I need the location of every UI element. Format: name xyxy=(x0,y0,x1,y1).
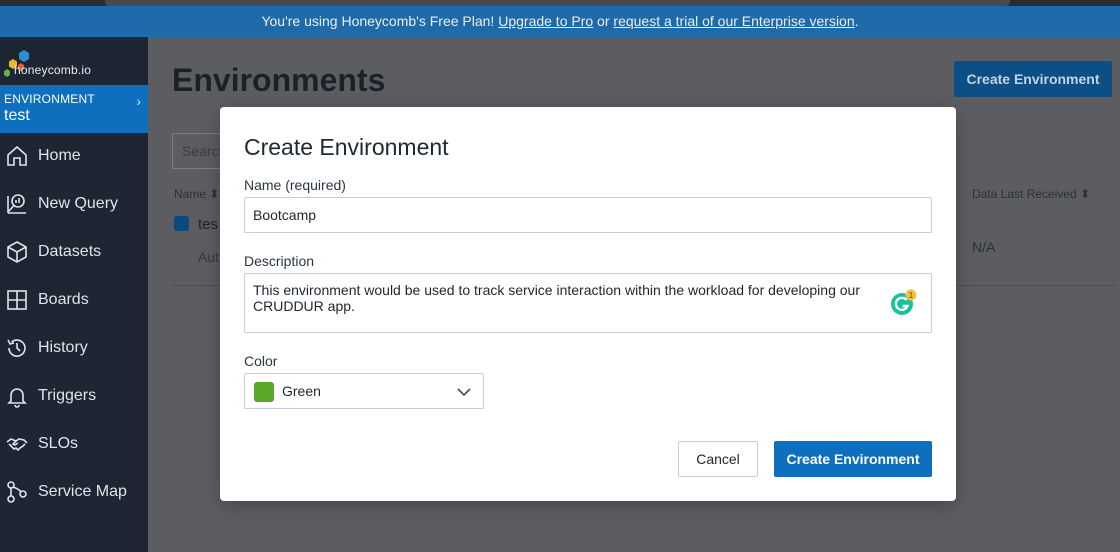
modal-title: Create Environment xyxy=(244,134,449,160)
create-environment-button[interactable]: Create Environment xyxy=(954,61,1112,97)
environment-color-swatch xyxy=(174,216,189,231)
nav-new-query[interactable]: New Query xyxy=(0,184,148,224)
color-swatch xyxy=(254,382,274,402)
banner-mid-text: or xyxy=(593,13,614,29)
environment-row-subtext: Aut xyxy=(198,249,220,265)
grammarly-icon[interactable]: 1 xyxy=(890,289,916,315)
column-header-name[interactable]: Name ⬍ xyxy=(174,187,219,201)
banner-end-text: . xyxy=(854,13,859,29)
nav-label: Datasets xyxy=(38,243,102,260)
bell-icon xyxy=(7,388,27,408)
upgrade-link[interactable]: Upgrade to Pro xyxy=(498,13,593,29)
page-title: Environments xyxy=(172,62,386,98)
nav-label: Triggers xyxy=(38,387,97,404)
nav-datasets[interactable]: Datasets xyxy=(0,232,148,272)
cancel-button[interactable]: Cancel xyxy=(678,441,758,477)
environment-name: test xyxy=(4,107,30,124)
banner-text: You're using Honeycomb's Free Plan! xyxy=(261,13,499,29)
grid-icon xyxy=(7,290,27,310)
query-icon xyxy=(7,194,26,214)
grammarly-badge-count: 1 xyxy=(909,291,914,300)
nav-label: Service Map xyxy=(38,483,127,500)
create-environment-submit-button[interactable]: Create Environment xyxy=(774,441,932,477)
nav-label: New Query xyxy=(38,195,119,212)
column-header-data-label: Data Last Received xyxy=(972,187,1077,201)
name-input[interactable] xyxy=(244,197,932,233)
cube-icon xyxy=(7,241,27,263)
handshake-icon xyxy=(6,438,28,452)
service-map-icon xyxy=(7,481,27,503)
nav-label: Home xyxy=(38,147,81,164)
sidebar: honeycomb.io ENVIRONMENT test › Home New… xyxy=(0,37,148,552)
nav-label: History xyxy=(38,339,88,356)
chevron-right-icon: › xyxy=(136,93,141,109)
chevron-down-icon xyxy=(457,388,471,397)
color-label: Color xyxy=(244,353,278,369)
description-label: Description xyxy=(244,253,315,269)
plan-banner: You're using Honeycomb's Free Plan! Upgr… xyxy=(0,6,1120,37)
color-select-value: Green xyxy=(282,383,321,399)
create-environment-modal: Create Environment Name (required) Descr… xyxy=(220,107,956,501)
column-header-name-label: Name xyxy=(174,187,207,201)
color-select[interactable]: Green xyxy=(244,373,484,409)
environment-switcher[interactable]: ENVIRONMENT test › xyxy=(0,85,148,133)
name-label: Name (required) xyxy=(244,177,346,193)
logo[interactable]: honeycomb.io xyxy=(0,43,148,79)
nav-label: SLOs xyxy=(38,435,79,452)
nav-triggers[interactable]: Triggers xyxy=(0,376,148,416)
sort-icon: ⬍ xyxy=(209,187,220,201)
column-header-data-last-received[interactable]: Data Last Received ⬍ xyxy=(972,187,1090,201)
sort-icon: ⬍ xyxy=(1080,187,1091,201)
logo-text: honeycomb.io xyxy=(14,63,92,77)
nav-service-map[interactable]: Service Map xyxy=(0,472,148,512)
nav-slos[interactable]: SLOs xyxy=(0,424,148,464)
home-icon xyxy=(7,145,27,166)
nav-label: Boards xyxy=(38,291,89,308)
nav-boards[interactable]: Boards xyxy=(0,280,148,320)
nav-home[interactable]: Home xyxy=(0,136,148,176)
environment-label: ENVIRONMENT xyxy=(4,92,95,106)
nav-history[interactable]: History xyxy=(0,328,148,368)
history-icon xyxy=(7,339,26,357)
enterprise-trial-link[interactable]: request a trial of our Enterprise versio… xyxy=(613,13,854,29)
environment-row-data-last-received: N/A xyxy=(972,239,996,255)
description-textarea[interactable]: This environment would be used to track … xyxy=(244,273,932,333)
environment-row-name[interactable]: tes xyxy=(198,216,218,233)
